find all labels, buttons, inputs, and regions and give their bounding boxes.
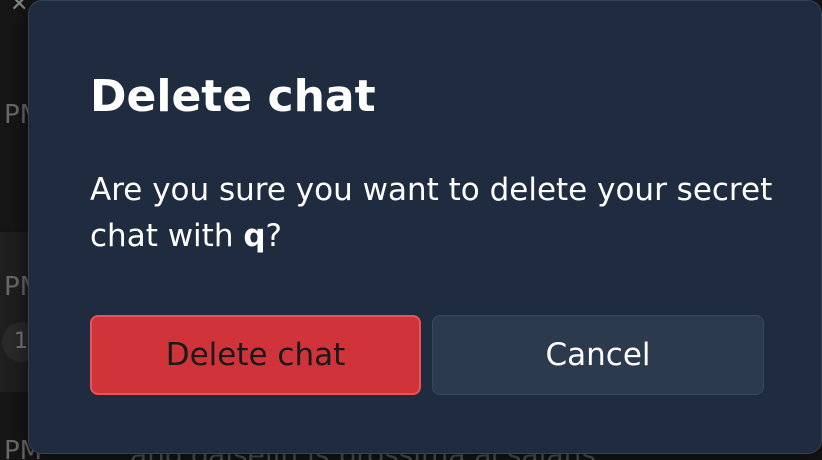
dialog-message-suffix: ?	[265, 218, 282, 254]
dialog-message: Are you sure you want to delete your sec…	[90, 167, 790, 259]
dialog-title: Delete chat	[90, 71, 376, 122]
contact-name: q	[243, 218, 266, 254]
pin-icon: ✕	[10, 0, 29, 17]
delete-chat-button[interactable]: Delete chat	[90, 315, 421, 395]
delete-chat-dialog: Delete chat Are you sure you want to del…	[28, 0, 822, 454]
cancel-button[interactable]: Cancel	[432, 315, 764, 395]
dialog-message-prefix: Are you sure you want to delete your sec…	[90, 172, 773, 254]
